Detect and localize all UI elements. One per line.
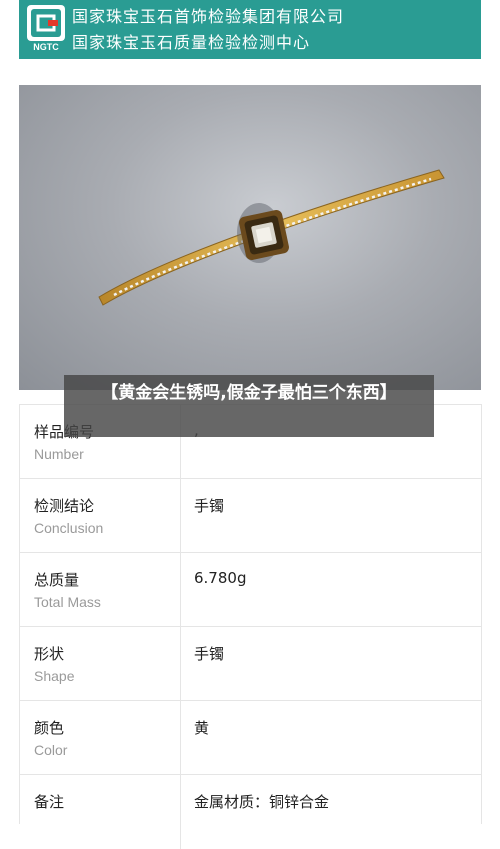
label-cn: 备注 [34, 793, 65, 811]
lab-header: NGTC 国家珠宝玉石首饰检验集团有限公司 国家珠宝玉石质量检验检测中心 [19, 0, 481, 59]
label-en: Number [34, 446, 84, 462]
label-cn: 检测结论 [34, 497, 95, 515]
table-row: 形状 Shape 手镯 [20, 626, 481, 701]
label-cn: 总质量 [34, 571, 80, 589]
article-title: 【黄金会生锈吗,假金子最怕三个东西】 [101, 383, 397, 403]
bangle-photo [19, 85, 481, 390]
value-cell: 手镯 [194, 645, 225, 663]
label-en: Total Mass [34, 594, 101, 610]
label-cn: 颜色 [34, 719, 65, 737]
label-cell: 颜色 Color [20, 701, 181, 775]
label-cell: 形状 Shape [20, 627, 181, 701]
label-cell: 备注 [20, 775, 181, 849]
table-row: 颜色 Color 黄 [20, 700, 481, 775]
logo-text: NGTC [33, 42, 59, 52]
ngtc-logo: NGTC [26, 4, 66, 52]
label-cell: 检测结论 Conclusion [20, 479, 181, 553]
label-en: Conclusion [34, 520, 104, 536]
org-name-line2: 国家珠宝玉石质量检验检测中心 [72, 33, 311, 52]
table-row: 总质量 Total Mass 6.780g [20, 552, 481, 627]
label-cn: 形状 [34, 645, 65, 663]
label-cell: 总质量 Total Mass [20, 553, 181, 627]
value-cell: 6.780g [194, 569, 247, 587]
value-cell: 金属材质：铜锌合金 [194, 793, 330, 811]
value-cell: 黄 [194, 719, 210, 737]
article-title-overlay[interactable]: 【黄金会生锈吗,假金子最怕三个东西】 [64, 375, 434, 437]
label-en: Shape [34, 668, 75, 684]
label-en: Color [34, 742, 68, 758]
org-name-line1: 国家珠宝玉石首饰检验集团有限公司 [72, 7, 345, 26]
inspection-table: 样品编号 Number , 检测结论 Conclusion 手镯 总质量 Tot… [19, 404, 482, 849]
value-cell: 手镯 [194, 497, 225, 515]
table-row: 检测结论 Conclusion 手镯 [20, 478, 481, 553]
